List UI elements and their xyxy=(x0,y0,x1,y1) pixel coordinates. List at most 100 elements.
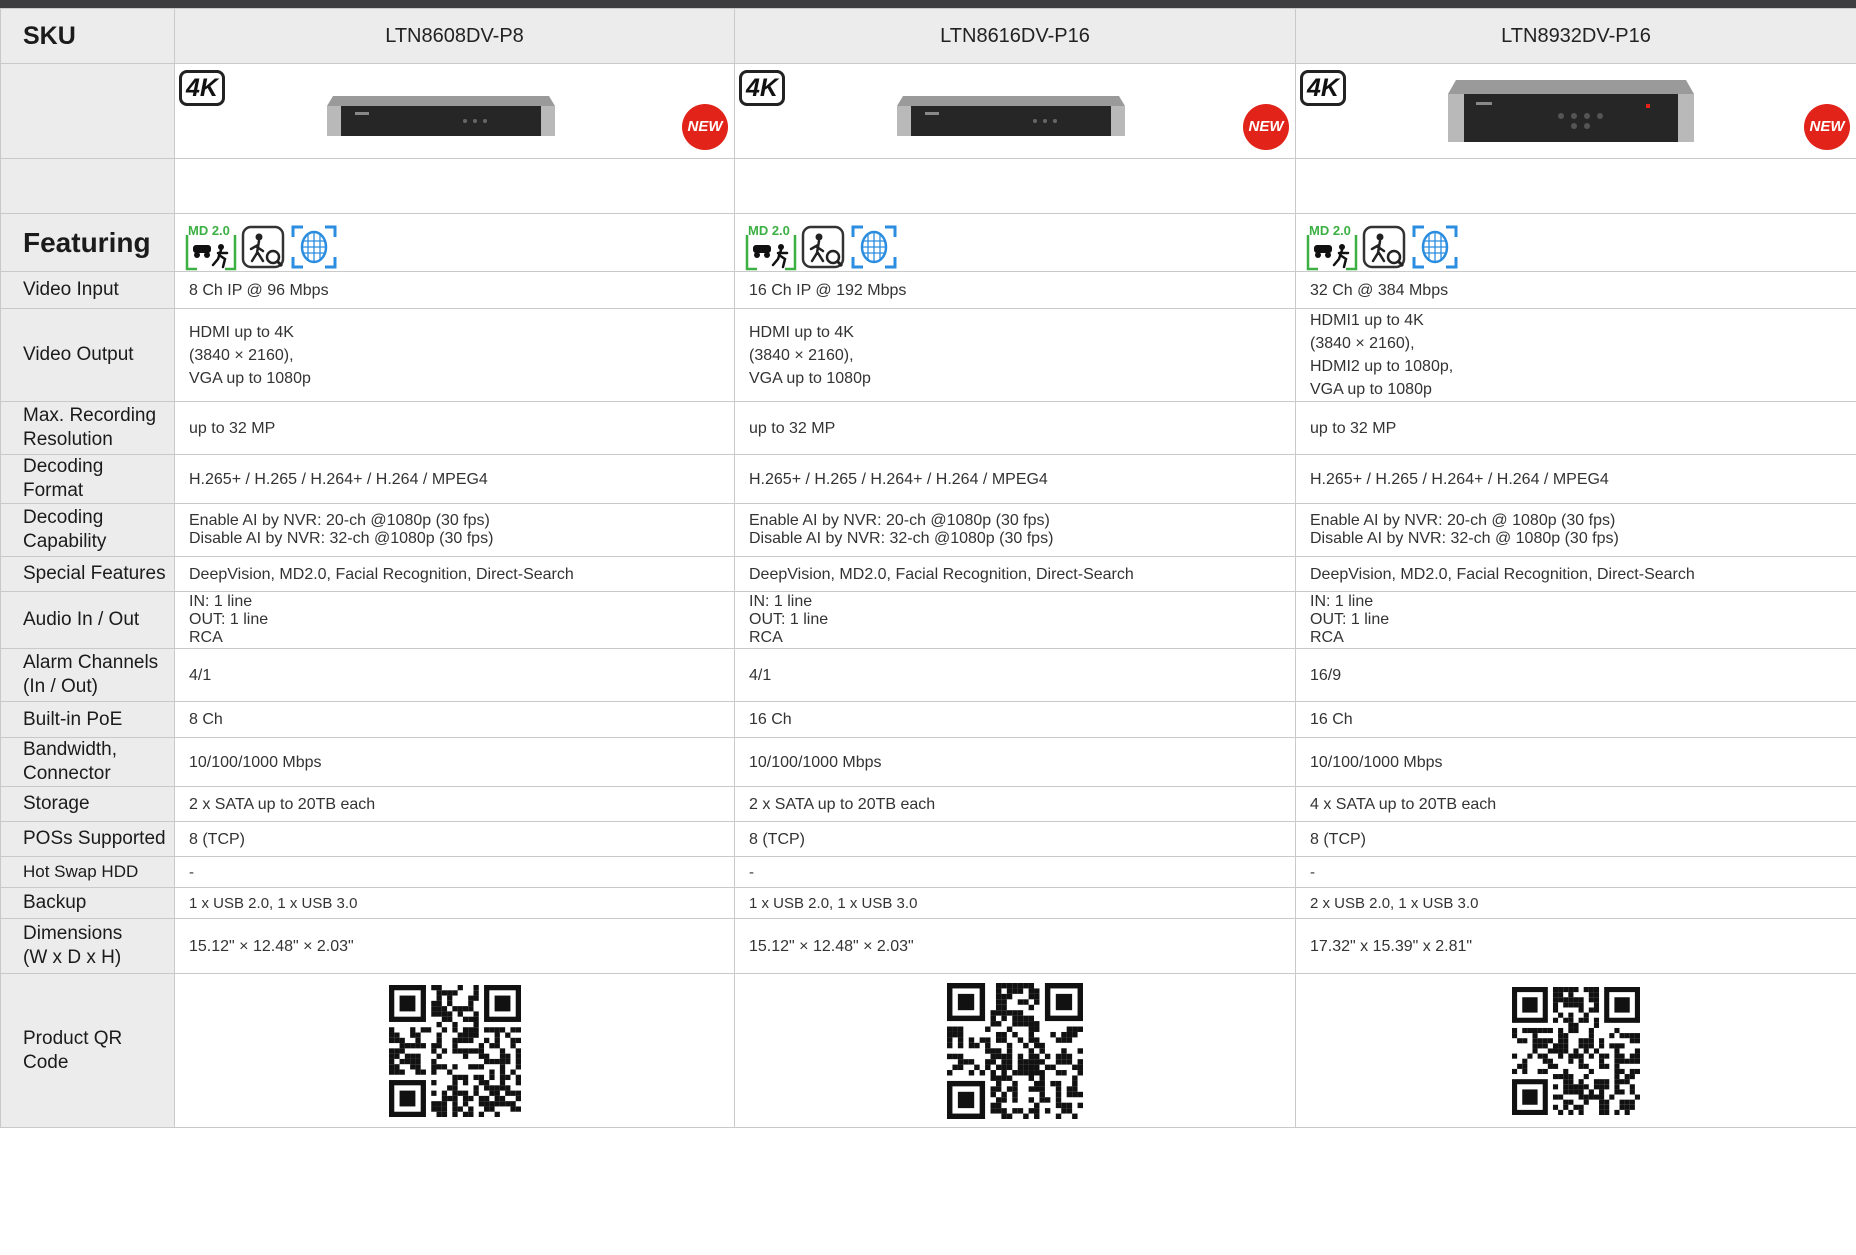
label-line: Capability xyxy=(23,531,107,552)
row-label: Dimensions (W x D x H) xyxy=(0,918,175,974)
sku-label: SKU xyxy=(0,8,175,64)
cell-value: 4 x SATA up to 20TB each xyxy=(1295,786,1856,822)
value-line: Disable AI by NVR: 32-ch @1080p (30 fps) xyxy=(189,530,494,547)
top-bar xyxy=(0,0,1856,8)
spec-comparison-table: SKU LTN8608DV-P8 LTN8616DV-P16 LTN8932DV… xyxy=(0,8,1856,1128)
cell-value: 17.32" x 15.39" x 2.81" xyxy=(1295,918,1856,974)
cell-value: 4/1 xyxy=(734,648,1296,702)
label-line: Connector xyxy=(23,763,111,784)
cell-value: H.265+ / H.265 / H.264+ / H.264 / MPEG4 xyxy=(174,454,735,504)
audio-row: Audio In / Out IN: 1 line OUT: 1 line RC… xyxy=(0,591,1856,649)
value-line: Enable AI by NVR: 20-ch @ 1080p (30 fps) xyxy=(1310,512,1616,529)
sku-row: SKU LTN8608DV-P8 LTN8616DV-P16 LTN8932DV… xyxy=(0,8,1856,64)
cell-value: HDMI1 up to 4K (3840 × 2160), HDMI2 up t… xyxy=(1295,308,1856,402)
value-line: IN: 1 line xyxy=(1310,593,1374,610)
cell-value: 16 Ch IP @ 192 Mbps xyxy=(734,271,1296,309)
qr-code-image[interactable] xyxy=(388,984,521,1117)
cell-value: up to 32 MP xyxy=(1295,401,1856,455)
cell-value: IN: 1 line OUT: 1 line RCA xyxy=(1295,591,1856,649)
nvr-device-image xyxy=(327,96,555,136)
row-label: Backup xyxy=(0,887,175,919)
value-line: (3840 × 2160), xyxy=(189,346,294,364)
cell-value: 4/1 xyxy=(174,648,735,702)
qr-cell xyxy=(734,973,1296,1128)
cell-value: 15.12" × 12.48" × 2.03" xyxy=(174,918,735,974)
storage-row: Storage 2 x SATA up to 20TB each 2 x SAT… xyxy=(0,786,1856,822)
md2-motion-detection-icon: MD 2.0 xyxy=(1306,223,1358,271)
video-input-row: Video Input 8 Ch IP @ 96 Mbps 16 Ch IP @… xyxy=(0,271,1856,309)
cell-value: - xyxy=(1295,856,1856,888)
value-line: VGA up to 1080p xyxy=(189,369,311,387)
facial-recognition-icon xyxy=(291,225,337,269)
nvr-device-image xyxy=(897,96,1125,136)
cell-value: Enable AI by NVR: 20-ch @1080p (30 fps) … xyxy=(734,503,1296,557)
human-detection-icon xyxy=(801,225,845,269)
cell-value: 8 (TCP) xyxy=(734,821,1296,857)
row-label: Built-in PoE xyxy=(0,701,175,738)
value-line: RCA xyxy=(749,629,783,646)
row-label: Product QR Code xyxy=(0,973,175,1128)
cell-value: 16 Ch xyxy=(1295,701,1856,738)
qr-code-image[interactable] xyxy=(947,982,1083,1119)
value-line: HDMI1 up to 4K xyxy=(1310,312,1424,329)
cell-value: Enable AI by NVR: 20-ch @ 1080p (30 fps)… xyxy=(1295,503,1856,557)
md-badge: MD 2.0 xyxy=(1309,223,1351,238)
cell-value: 1 x USB 2.0, 1 x USB 3.0 xyxy=(734,887,1296,919)
label-line: (W x D x H) xyxy=(23,947,122,968)
new-badge: NEW xyxy=(1243,104,1289,150)
blank-row xyxy=(0,158,1856,214)
blank-cell xyxy=(734,158,1296,214)
uhd-4k-badge: 4K xyxy=(1300,70,1346,106)
value-line: (3840 × 2160), xyxy=(749,346,854,364)
cell-value: H.265+ / H.265 / H.264+ / H.264 / MPEG4 xyxy=(1295,454,1856,504)
value-line: Enable AI by NVR: 20-ch @1080p (30 fps) xyxy=(189,512,490,529)
md-badge: MD 2.0 xyxy=(188,223,230,238)
label-line: (In / Out) xyxy=(23,676,98,697)
cell-value: 10/100/1000 Mbps xyxy=(734,737,1296,787)
uhd-4k-badge: 4K xyxy=(739,70,785,106)
row-label: Video Input xyxy=(0,271,175,309)
label-line: Alarm Channels xyxy=(23,652,159,673)
cell-value: - xyxy=(734,856,1296,888)
built-in-poe-row: Built-in PoE 8 Ch 16 Ch 16 Ch xyxy=(0,701,1856,738)
sku-1: LTN8608DV-P8 xyxy=(174,8,735,64)
facial-recognition-icon xyxy=(1412,225,1458,269)
cell-value: 10/100/1000 Mbps xyxy=(174,737,735,787)
dimensions-row: Dimensions (W x D x H) 15.12" × 12.48" ×… xyxy=(0,918,1856,974)
nvr-device-image xyxy=(1448,80,1694,142)
cell-value: 16 Ch xyxy=(734,701,1296,738)
value-line: Disable AI by NVR: 32-ch @ 1080p (30 fps… xyxy=(1310,530,1619,547)
value-line: Enable AI by NVR: 20-ch @1080p (30 fps) xyxy=(749,512,1050,529)
max-recording-row: Max. Recording Resolution up to 32 MP up… xyxy=(0,401,1856,455)
video-output-row: Video Output HDMI up to 4K (3840 × 2160)… xyxy=(0,308,1856,402)
md2-motion-detection-icon: MD 2.0 xyxy=(185,223,237,271)
backup-row: Backup 1 x USB 2.0, 1 x USB 3.0 1 x USB … xyxy=(0,887,1856,919)
sku-3: LTN8932DV-P16 xyxy=(1295,8,1856,64)
row-label: Storage xyxy=(0,786,175,822)
md2-motion-detection-icon: MD 2.0 xyxy=(745,223,797,271)
qr-code-image[interactable] xyxy=(1512,986,1640,1115)
new-badge: NEW xyxy=(682,104,728,150)
cell-value: 1 x USB 2.0, 1 x USB 3.0 xyxy=(174,887,735,919)
value-line: (3840 × 2160), xyxy=(1310,335,1415,352)
product-image-cell-1: 4K NEW xyxy=(174,63,735,159)
cell-value: - xyxy=(174,856,735,888)
blank-cell xyxy=(174,158,735,214)
featuring-label: Featuring xyxy=(0,213,175,272)
label-line: Resolution xyxy=(23,429,113,450)
cell-value: 2 x SATA up to 20TB each xyxy=(174,786,735,822)
human-detection-icon xyxy=(241,225,285,269)
product-image-cell-3: 4K NEW xyxy=(1295,63,1856,159)
cell-value: 10/100/1000 Mbps xyxy=(1295,737,1856,787)
blank-label-cell xyxy=(0,158,175,214)
product-image-cell-2: 4K NEW xyxy=(734,63,1296,159)
value-line: VGA up to 1080p xyxy=(1310,381,1432,398)
cell-value: IN: 1 line OUT: 1 line RCA xyxy=(734,591,1296,649)
row-label: Hot Swap HDD xyxy=(0,856,175,888)
value-line: Disable AI by NVR: 32-ch @1080p (30 fps) xyxy=(749,530,1054,547)
value-line: IN: 1 line xyxy=(749,593,813,610)
blank-cell xyxy=(1295,158,1856,214)
value-line: RCA xyxy=(1310,629,1344,646)
row-label: Bandwidth, Connector xyxy=(0,737,175,787)
qr-code-row: Product QR Code xyxy=(0,973,1856,1128)
